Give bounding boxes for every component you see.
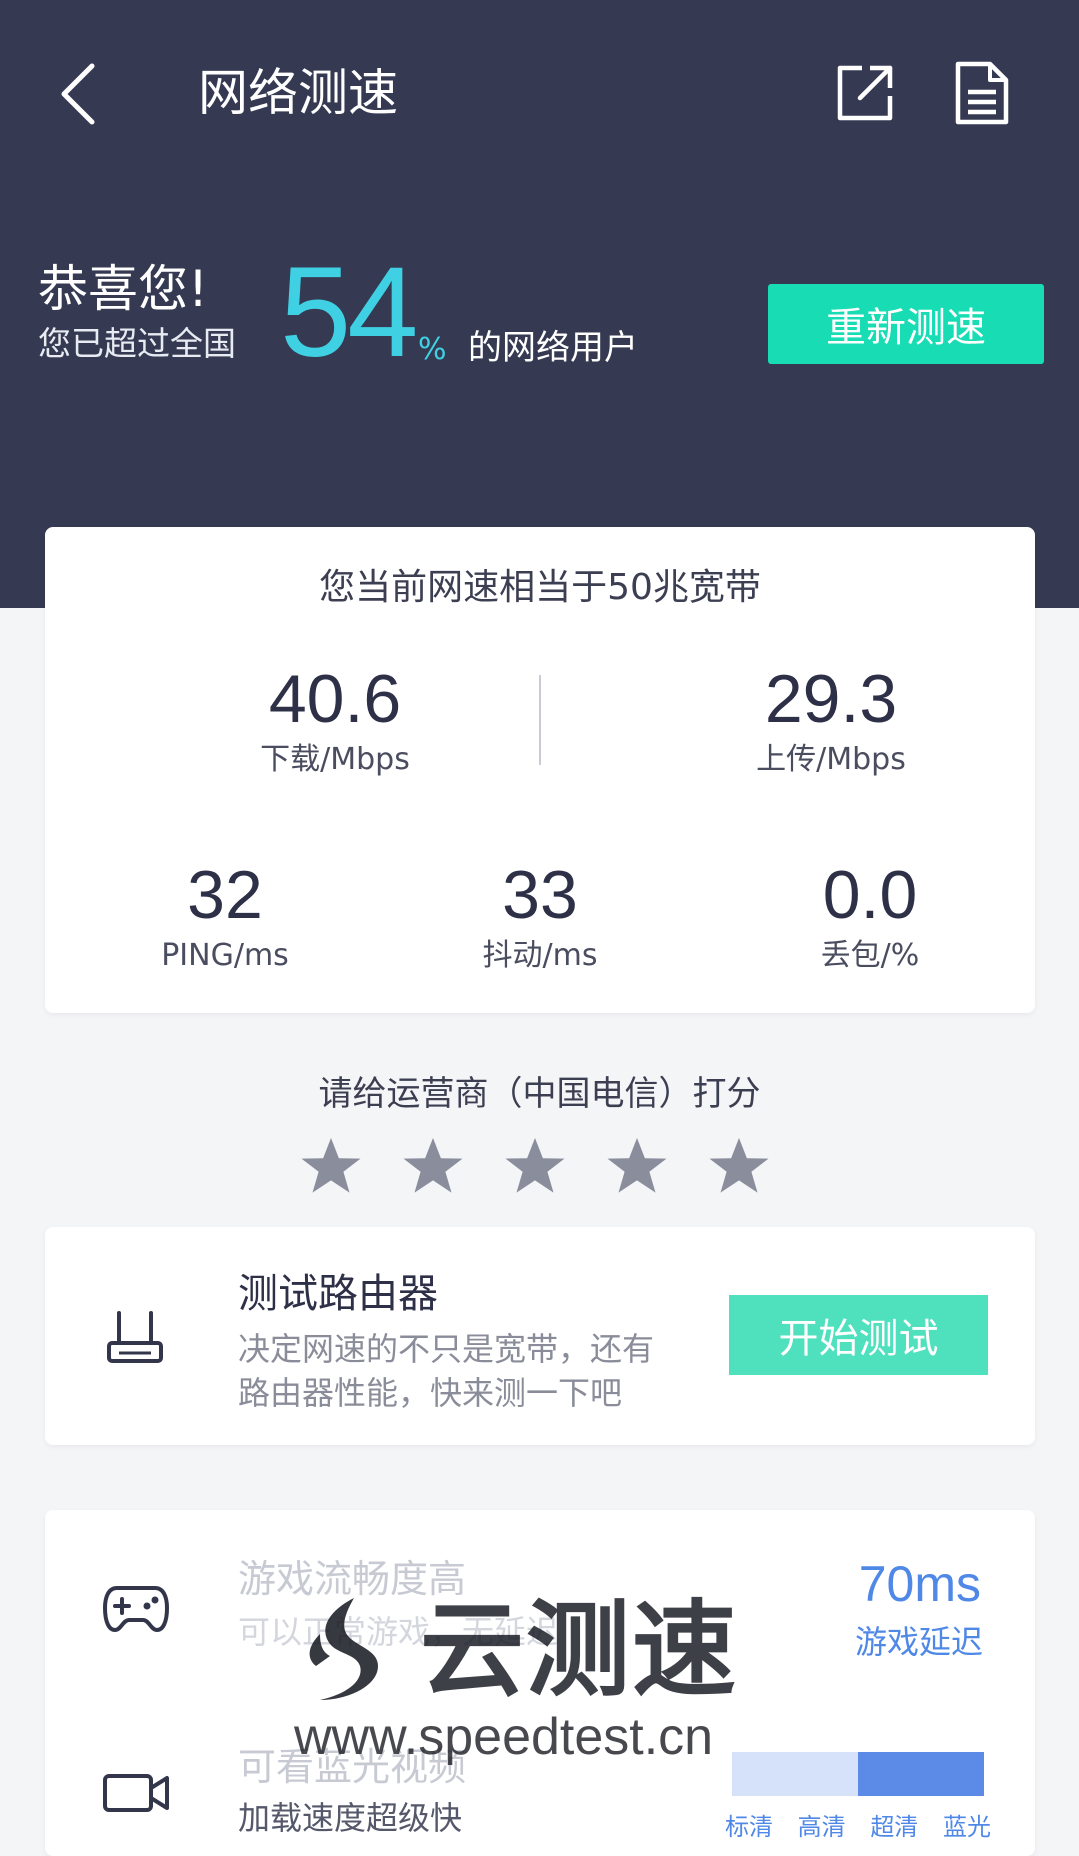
start-router-test-button[interactable]: 开始测试	[729, 1295, 988, 1375]
report-button[interactable]	[952, 60, 1012, 126]
jitter-metric: 33 抖动/ms	[420, 855, 660, 977]
congrats-title: 恭喜您!	[38, 260, 209, 318]
result-card: 您当前网速相当于50兆宽带 40.6 下载/Mbps 29.3 上传/Mbps …	[45, 527, 1035, 1013]
rating-title: 请给运营商（中国电信）打分	[318, 1074, 761, 1114]
ping-label: PING/ms	[161, 938, 289, 973]
packet-loss-metric: 0.0 丢包/%	[750, 855, 990, 977]
video-camera-icon	[103, 1774, 169, 1812]
upload-value: 29.3	[764, 661, 898, 737]
star-icon-1[interactable]	[300, 1136, 362, 1198]
game-latency-value: 70ms	[858, 1556, 981, 1612]
quality-segment-1	[732, 1752, 795, 1796]
gamepad-icon	[103, 1586, 169, 1632]
broadband-equivalent: 您当前网速相当于50兆宽带	[319, 567, 761, 608]
rating-stars	[300, 1136, 770, 1198]
quality-label-2: 高清	[797, 1813, 846, 1841]
page-title: 网络测速	[198, 64, 398, 122]
upload-label: 上传/Mbps	[756, 742, 906, 777]
quality-label-1: 标清	[725, 1813, 773, 1841]
packet-loss-value: 0.0	[822, 857, 918, 933]
percent-sign: %	[418, 332, 447, 367]
document-icon	[955, 61, 1009, 125]
share-external-icon	[837, 65, 893, 121]
congrats-block: 恭喜您! 您已超过全国	[38, 258, 236, 366]
percentile-value: 54	[280, 241, 418, 384]
video-title: 可看蓝光视频	[238, 1745, 467, 1789]
star-icon-3[interactable]	[504, 1136, 566, 1198]
star-icon-2[interactable]	[402, 1136, 464, 1198]
ping-value: 32	[187, 857, 263, 933]
video-quality-labels: 标清 高清 超清 蓝光	[725, 1810, 991, 1844]
quality-segment-2	[795, 1752, 858, 1796]
router-test-card: 测试路由器 决定网速的不只是宽带，还有 路由器性能，快来测一下吧 开始测试	[45, 1227, 1035, 1445]
router-description: 决定网速的不只是宽带，还有 路由器性能，快来测一下吧	[238, 1327, 718, 1415]
quality-segment-4	[921, 1752, 984, 1796]
router-desc-line-1: 决定网速的不只是宽带，还有	[238, 1330, 655, 1368]
quality-label-3: 超清	[870, 1813, 919, 1841]
share-button[interactable]	[834, 62, 896, 124]
congrats-subtitle: 您已超过全国	[38, 324, 236, 363]
star-icon-5[interactable]	[708, 1136, 770, 1198]
ability-card: 游戏流畅度高 可以正常游戏，无延迟 70ms 游戏延迟 可看蓝光视频 加载速度超…	[45, 1510, 1035, 1856]
download-label: 下载/Mbps	[260, 742, 410, 777]
quality-segment-3	[858, 1752, 921, 1796]
quality-label-4: 蓝光	[942, 1813, 991, 1841]
game-title: 游戏流畅度高	[238, 1557, 467, 1601]
game-description: 可以正常游戏，无延迟	[238, 1613, 559, 1651]
metric-divider	[539, 675, 541, 765]
jitter-value: 33	[502, 857, 578, 933]
back-button[interactable]	[48, 58, 108, 130]
packet-loss-label: 丢包/%	[820, 938, 920, 973]
percentile-suffix: 的网络用户	[468, 328, 638, 368]
download-value: 40.6	[268, 661, 402, 737]
router-icon	[107, 1311, 163, 1363]
ping-metric: 32 PING/ms	[105, 855, 345, 977]
upload-metric: 29.3 上传/Mbps	[681, 659, 981, 781]
router-desc-line-2: 路由器性能，快来测一下吧	[238, 1374, 623, 1412]
header: 网络测速 恭喜您! 您已超过全国 54 % 的网络用户 重新测速	[0, 0, 1079, 608]
chevron-left-icon	[61, 63, 95, 125]
game-latency-label: 游戏延迟	[854, 1623, 983, 1661]
video-description: 加载速度超级快	[238, 1799, 463, 1837]
star-icon-4[interactable]	[606, 1136, 668, 1198]
router-title: 测试路由器	[238, 1271, 438, 1317]
jitter-label: 抖动/ms	[482, 938, 598, 973]
video-quality-bar	[732, 1752, 984, 1796]
retest-button[interactable]: 重新测速	[768, 284, 1044, 364]
download-metric: 40.6 下载/Mbps	[185, 659, 485, 781]
